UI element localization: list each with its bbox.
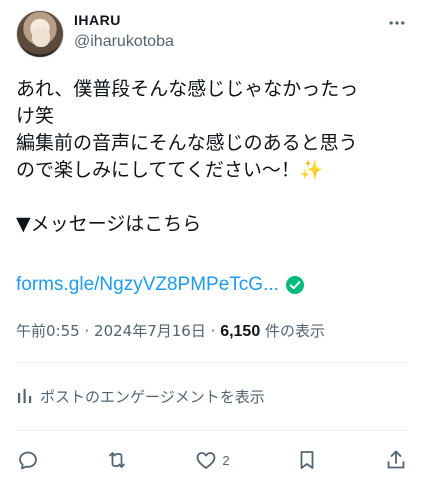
tweet-line: け笑 (16, 105, 55, 127)
analytics-icon (18, 389, 32, 403)
tweet-line: 編集前の音声にそんな感じのあると思う (16, 132, 358, 154)
sparkles-emoji: ✨ (299, 159, 324, 181)
like-count: 2 (222, 452, 230, 468)
tweet-line: ので楽しみにしててください～！✨ (16, 157, 412, 184)
verified-check-icon (285, 275, 304, 294)
more-options-icon[interactable] (386, 12, 408, 34)
link-row: forms.gle/NgzyVZ8PMPeTcG... (16, 271, 305, 298)
avatar[interactable] (16, 10, 64, 58)
share-icon (387, 450, 405, 469)
share-button[interactable] (384, 448, 408, 472)
divider (16, 362, 408, 363)
view-engagement-button[interactable]: ポストのエンゲージメントを表示 (16, 384, 265, 408)
engagement-label: ポストのエンゲージメントを表示 (40, 387, 265, 406)
user-handle[interactable]: @iharukotoba (74, 33, 174, 51)
repost-icon (109, 452, 126, 468)
heart-icon (196, 452, 216, 469)
repost-button[interactable] (105, 448, 129, 472)
meta-separator: · (210, 322, 216, 340)
views-count: 6,150 (220, 323, 261, 340)
reply-icon (19, 451, 37, 470)
tweet-time[interactable]: 午前0:55 (16, 322, 80, 340)
bookmark-button[interactable] (295, 448, 319, 472)
meta-separator: · (84, 322, 90, 340)
tweet-header: IHARU @iharukotoba (16, 10, 408, 58)
divider (16, 430, 408, 431)
tweet-date[interactable]: 2024年7月16日 (94, 322, 206, 340)
views-label: 件の表示 (265, 322, 326, 340)
tweet-line: あれ、僕普段そんな感じじゃなかったっ (16, 78, 359, 100)
section-line: ▼メッセージはこちら (16, 213, 202, 235)
tweet-meta: 午前0:55 · 2024年7月16日 · 6,150 件の表示 (16, 320, 325, 341)
action-bar: 2 (16, 444, 408, 476)
tweet-text: あれ、僕普段そんな感じじゃなかったっ け笑 編集前の音声にそんな感じのあると思う… (16, 76, 412, 238)
like-button[interactable]: 2 (194, 448, 230, 472)
tweet-line-text: ので楽しみにしててください～！ (16, 159, 300, 181)
bookmark-icon (300, 451, 314, 469)
reply-button[interactable] (16, 448, 40, 472)
display-name[interactable]: IHARU (74, 12, 121, 28)
form-link[interactable]: forms.gle/NgzyVZ8PMPeTcG... (16, 274, 279, 296)
